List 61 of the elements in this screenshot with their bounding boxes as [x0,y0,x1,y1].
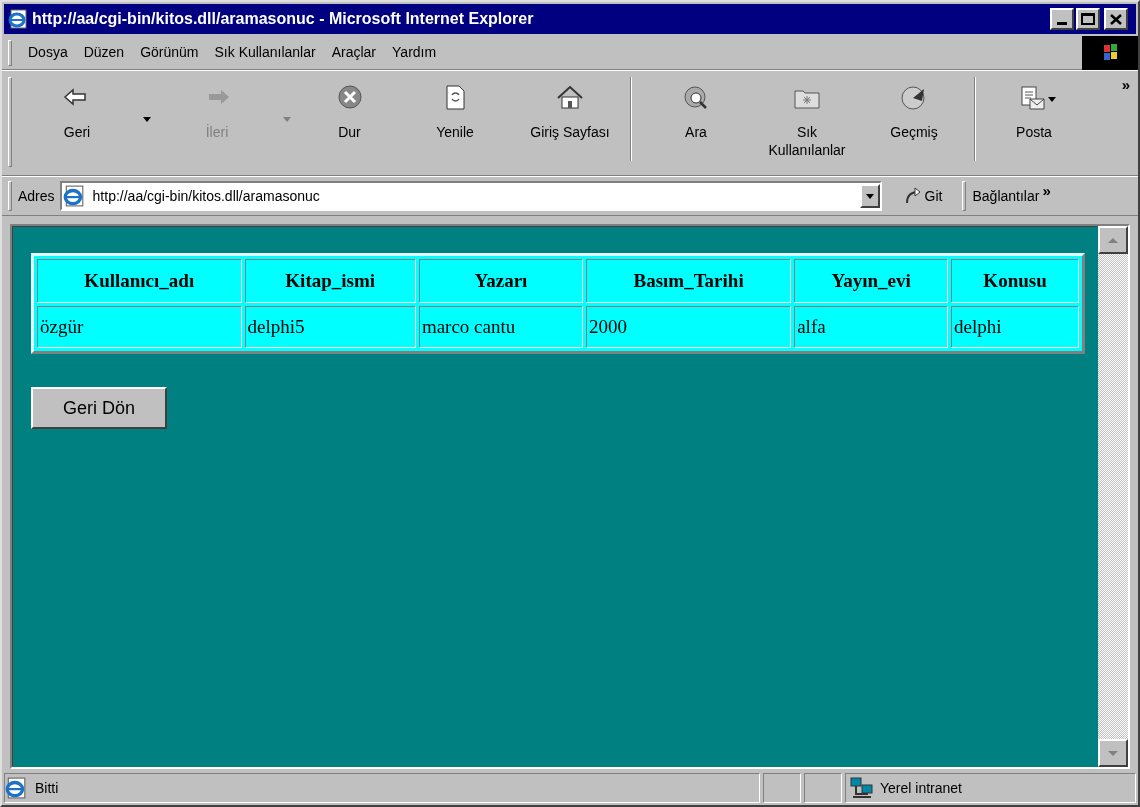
page-icon [62,185,85,207]
table-cell: delphi5 [244,306,416,348]
dropdown-button[interactable] [1046,97,1058,102]
minimize-button[interactable] [1050,8,1074,30]
column-header: Yazarı [418,259,584,303]
toolbar-button[interactable]: Geri [27,77,127,141]
table-cell: delphi [951,306,1079,348]
status-panel [804,773,842,803]
column-header: Yayın_evi [794,259,949,303]
status-text: Bitti [35,778,59,798]
security-zone: Yerel intranet [880,778,962,798]
more-chevron[interactable]: » [1121,77,1130,92]
toolbar-button[interactable]: Ara [640,77,752,141]
page-icon [5,777,27,799]
back-button[interactable]: Geri Dön [31,387,167,429]
toolbar-button[interactable]: Posta [984,77,1084,141]
table-cell: marco cantu [418,306,584,348]
maximize-icon [1081,13,1095,25]
dropdown-button[interactable] [859,184,880,208]
toolbar-button[interactable]: Yenile [392,77,518,141]
menu-item[interactable]: Düzen [75,40,133,65]
close-button[interactable] [1104,8,1128,30]
network-computer-icon [850,777,874,799]
toolbar-button[interactable]: Giriş Sayfası [518,77,622,141]
column-header: Konusu [951,259,1079,303]
table-cell: 2000 [586,306,792,348]
menu-item[interactable]: Sık Kullanılanlar [206,40,324,65]
scrollbar[interactable] [1098,226,1128,767]
window-title: http://aa/cgi-bin/kitos.dll/aramasonuc - Microsoft Internet Explorer [32,9,535,29]
minimize-icon [1057,22,1067,25]
table-cell: alfa [794,306,949,348]
scroll-down-button[interactable] [1098,739,1128,767]
status-panel [763,773,801,803]
go-arrow-icon [903,187,922,205]
caret-icon [143,117,151,122]
scroll-up-button[interactable] [1098,226,1128,254]
column-header: Kitap_ismi [244,259,416,303]
links-label[interactable]: Bağlantılar [972,185,1040,207]
menu-item[interactable]: Görünüm [132,40,207,65]
address-label: Adres [18,186,55,206]
menu-item[interactable]: Yardım [384,40,445,65]
column-header: Kullanıcı_adı [37,259,242,303]
close-icon [1110,13,1122,25]
down-arrow-icon [1108,750,1118,756]
toolbar-button[interactable]: Geçmiş [862,77,966,141]
caret-icon [283,117,291,122]
up-arrow-icon [1108,237,1118,243]
address-field[interactable]: http://aa/cgi-bin/kitos.dll/aramasonuc [59,181,882,211]
table-cell: özgür [37,306,242,348]
caret-icon [865,193,874,199]
browser-icon [8,9,28,29]
go-button[interactable]: Git [903,185,943,207]
menu-item[interactable]: Araçlar [323,40,385,65]
menu-item[interactable]: Dosya [20,40,76,65]
maximize-button[interactable] [1076,8,1100,30]
toolbar-button[interactable]: Sık Kullanılanlar [752,77,862,159]
caret-icon [1048,97,1056,102]
column-header: Basım_Tarihi [586,259,792,303]
toolbar-button[interactable]: Dur [307,77,392,141]
more-chevron[interactable]: » [1042,183,1051,198]
windows-logo-icon [1082,35,1138,70]
